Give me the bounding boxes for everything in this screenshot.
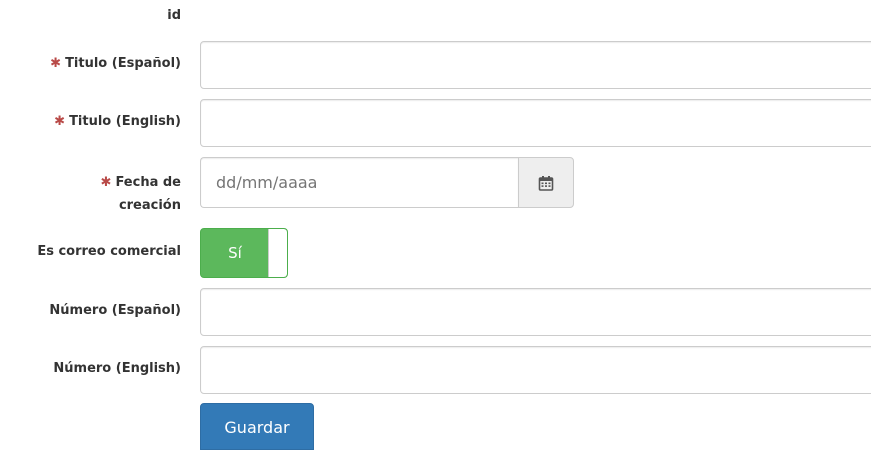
titulo-en-label: ✱ Titulo (English) bbox=[54, 112, 181, 132]
required-marker: ✱ bbox=[50, 56, 62, 71]
titulo-en-label-text: Titulo (English) bbox=[69, 114, 181, 129]
fecha-input[interactable] bbox=[200, 157, 518, 208]
numero-es-input[interactable] bbox=[200, 288, 871, 336]
numero-en-input[interactable] bbox=[200, 346, 871, 394]
titulo-es-input[interactable] bbox=[200, 41, 871, 89]
comercial-label: Es correo comercial bbox=[37, 244, 181, 259]
numero-en-label: Número (English) bbox=[53, 361, 181, 376]
calendar-icon bbox=[538, 175, 554, 191]
entity-form: id ✱ Titulo (Español) ✱ Titulo (English) ✱… bbox=[0, 0, 871, 450]
calendar-button[interactable] bbox=[518, 157, 574, 208]
titulo-es-label: ✱ Titulo (Español) bbox=[50, 54, 181, 74]
id-label: id bbox=[167, 8, 181, 23]
required-marker: ✱ bbox=[100, 175, 112, 190]
titulo-es-label-text: Titulo (Español) bbox=[65, 56, 181, 71]
save-button[interactable]: Guardar bbox=[200, 403, 314, 450]
required-marker: ✱ bbox=[54, 114, 66, 129]
toggle-handle[interactable] bbox=[268, 229, 287, 277]
fecha-label: ✱ Fecha de creación bbox=[101, 171, 181, 217]
toggle-on-label: Sí bbox=[228, 244, 242, 262]
titulo-en-input[interactable] bbox=[200, 99, 871, 147]
fecha-date-picker bbox=[200, 157, 574, 208]
comercial-toggle[interactable]: Sí bbox=[200, 228, 288, 278]
numero-es-label: Número (Español) bbox=[49, 303, 181, 318]
fecha-label-line1: Fecha de bbox=[115, 175, 181, 190]
fecha-label-line2: creación bbox=[118, 198, 181, 213]
